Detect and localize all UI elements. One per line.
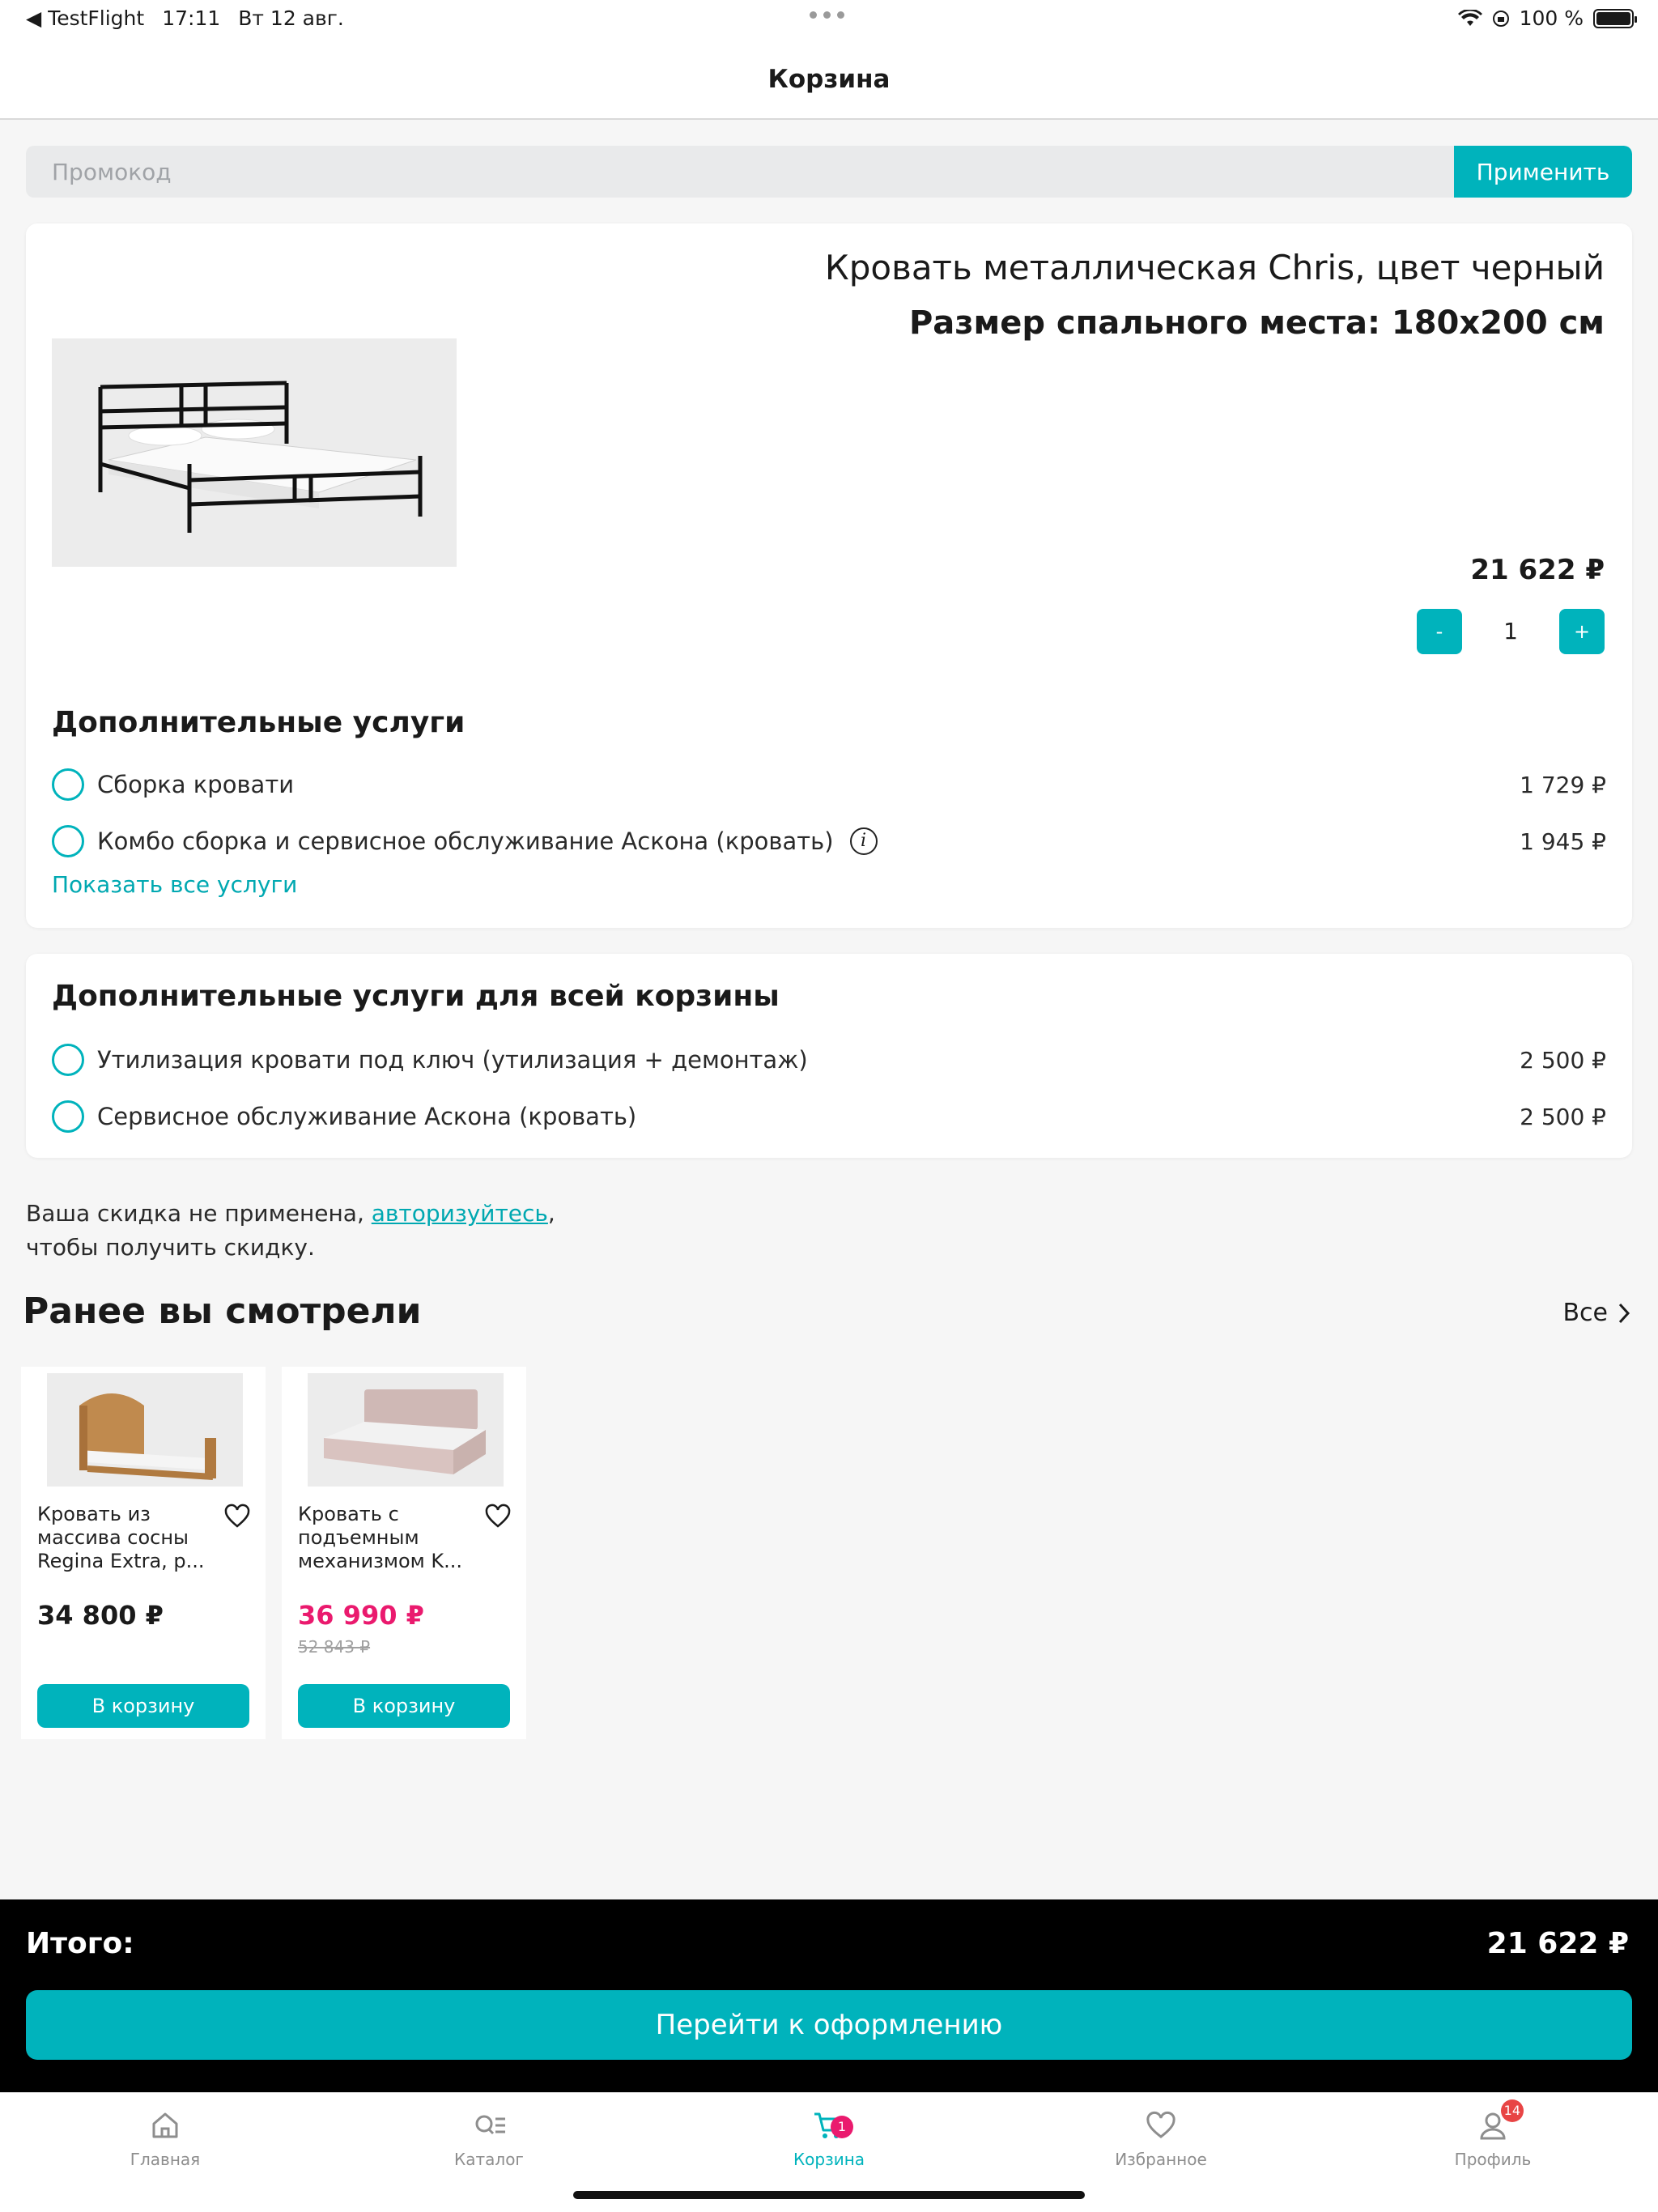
promo-code-input[interactable] xyxy=(52,146,1428,198)
product-card[interactable]: Кровать из массива сосны Regina Extra, р… xyxy=(21,1367,266,1739)
product-name[interactable]: Кровать из массива сосны Regina Extra, р… xyxy=(37,1503,215,1573)
total-bar: Итого: 21 622 ₽ Перейти к оформлению xyxy=(0,1899,1658,2092)
tab-label: Корзина xyxy=(793,2150,865,2169)
status-bar: ◀ TestFlight 17:11 Вт 12 авг. 100 % xyxy=(0,0,1658,39)
cart-service-option[interactable]: Утилизация кровати под ключ (утилизация … xyxy=(52,1040,1606,1080)
service-price: 2 500 ₽ xyxy=(1520,1103,1606,1130)
product-card[interactable]: Кровать с подъемным механизмом K... 36 9… xyxy=(282,1367,526,1739)
promo-bar: Применить xyxy=(26,146,1632,198)
service-option[interactable]: Сборка кровати 1 729 ₽ xyxy=(52,764,1606,805)
product-size: Размер спального места: 180x200 см xyxy=(908,304,1605,342)
info-icon[interactable]: i xyxy=(849,827,878,855)
product-title[interactable]: Кровать металлическая Chris, цвет черный xyxy=(825,248,1605,287)
show-all-services-link[interactable]: Показать все услуги xyxy=(52,871,297,898)
heart-icon[interactable] xyxy=(484,1503,512,1530)
battery-percent: 100 % xyxy=(1519,6,1584,30)
service-radio[interactable] xyxy=(52,825,84,857)
checkout-button[interactable]: Перейти к оформлению xyxy=(26,1990,1632,2060)
product-thumbnail[interactable] xyxy=(47,1373,243,1487)
apply-promo-button[interactable]: Применить xyxy=(1454,146,1632,198)
product-image[interactable] xyxy=(52,338,457,567)
total-value: 21 622 ₽ xyxy=(1486,1927,1629,1960)
increase-quantity-button[interactable]: + xyxy=(1559,609,1605,654)
login-link[interactable]: авторизуйтесь xyxy=(372,1200,548,1227)
heart-icon[interactable] xyxy=(223,1503,251,1530)
heart-icon xyxy=(1146,2111,1175,2138)
discount-notice-comma: , xyxy=(547,1200,555,1227)
product-price: 21 622 ₽ xyxy=(1470,554,1605,586)
discount-notice-text: Ваша скидка не применена, xyxy=(26,1200,372,1227)
cart-services-card: Дополнительные услуги для всей корзины У… xyxy=(26,954,1632,1158)
service-option[interactable]: Комбо сборка и сервисное обслуживание Ас… xyxy=(52,821,1606,861)
battery-icon xyxy=(1593,8,1637,28)
service-label: Сервисное обслуживание Аскона (кровать) xyxy=(97,1103,637,1130)
tab-catalog[interactable]: Каталог xyxy=(408,2108,570,2169)
add-to-cart-button[interactable]: В корзину xyxy=(37,1684,249,1728)
wifi-icon xyxy=(1457,9,1482,26)
decrease-quantity-button[interactable]: - xyxy=(1417,609,1462,654)
total-label: Итого: xyxy=(26,1927,134,1960)
service-label: Сборка кровати xyxy=(97,771,295,798)
service-price: 2 500 ₽ xyxy=(1520,1046,1606,1074)
tab-label: Профиль xyxy=(1454,2150,1532,2169)
multitask-dots-icon[interactable] xyxy=(810,11,844,19)
back-to-app-link[interactable]: ◀ TestFlight xyxy=(26,6,144,30)
home-icon xyxy=(152,2112,178,2138)
recently-viewed-heading: Ранее вы смотрели xyxy=(23,1291,422,1332)
status-date: Вт 12 авг. xyxy=(238,6,344,30)
tab-cart[interactable]: 1 Корзина xyxy=(748,2108,910,2169)
add-to-cart-button[interactable]: В корзину xyxy=(298,1684,510,1728)
tab-profile[interactable]: 14 Профиль xyxy=(1412,2099,1574,2169)
see-all-link[interactable]: Все xyxy=(1562,1299,1630,1327)
tab-label: Каталог xyxy=(454,2150,524,2169)
old-price: 52 843 ₽ xyxy=(298,1637,371,1657)
tab-home[interactable]: Главная xyxy=(84,2108,246,2169)
catalog-icon xyxy=(475,2115,505,2135)
cart-badge: 1 xyxy=(831,2116,853,2138)
home-indicator[interactable] xyxy=(573,2191,1085,2199)
service-price: 1 945 ₽ xyxy=(1520,827,1606,855)
service-label: Утилизация кровати под ключ (утилизация … xyxy=(97,1046,808,1074)
service-radio[interactable] xyxy=(52,1044,84,1076)
service-radio[interactable] xyxy=(52,1100,84,1133)
tab-favorites[interactable]: Избранное xyxy=(1080,2108,1242,2169)
cart-service-option[interactable]: Сервисное обслуживание Аскона (кровать) … xyxy=(52,1096,1606,1137)
product-price: 34 800 ₽ xyxy=(37,1600,164,1631)
quantity-value[interactable]: 1 xyxy=(1462,609,1559,654)
service-radio[interactable] xyxy=(52,768,84,801)
chevron-right-icon xyxy=(1618,1303,1630,1323)
product-thumbnail[interactable] xyxy=(308,1373,504,1487)
tab-label: Избранное xyxy=(1115,2150,1207,2169)
status-time: 17:11 xyxy=(162,6,221,30)
services-heading: Дополнительные услуги xyxy=(52,706,466,739)
nav-header: Корзина xyxy=(0,39,1658,120)
quantity-stepper: - 1 + xyxy=(1417,609,1605,654)
discount-notice-text-2: чтобы получить скидку. xyxy=(26,1234,315,1261)
service-label: Комбо сборка и сервисное обслуживание Ас… xyxy=(97,827,834,855)
service-price: 1 729 ₽ xyxy=(1520,771,1606,798)
product-name[interactable]: Кровать с подъемным механизмом K... xyxy=(298,1503,476,1573)
page-title: Корзина xyxy=(767,65,891,94)
tab-label: Главная xyxy=(130,2150,201,2169)
profile-badge: 14 xyxy=(1500,2099,1524,2122)
orientation-lock-icon xyxy=(1492,10,1509,27)
cart-item-card: Кровать металлическая Chris, цвет черный… xyxy=(26,223,1632,928)
discount-notice: Ваша скидка не применена, авторизуйтесь,… xyxy=(26,1197,555,1265)
see-all-label: Все xyxy=(1562,1299,1608,1327)
sale-price: 36 990 ₽ xyxy=(298,1600,424,1631)
cart-services-heading: Дополнительные услуги для всей корзины xyxy=(52,980,780,1013)
